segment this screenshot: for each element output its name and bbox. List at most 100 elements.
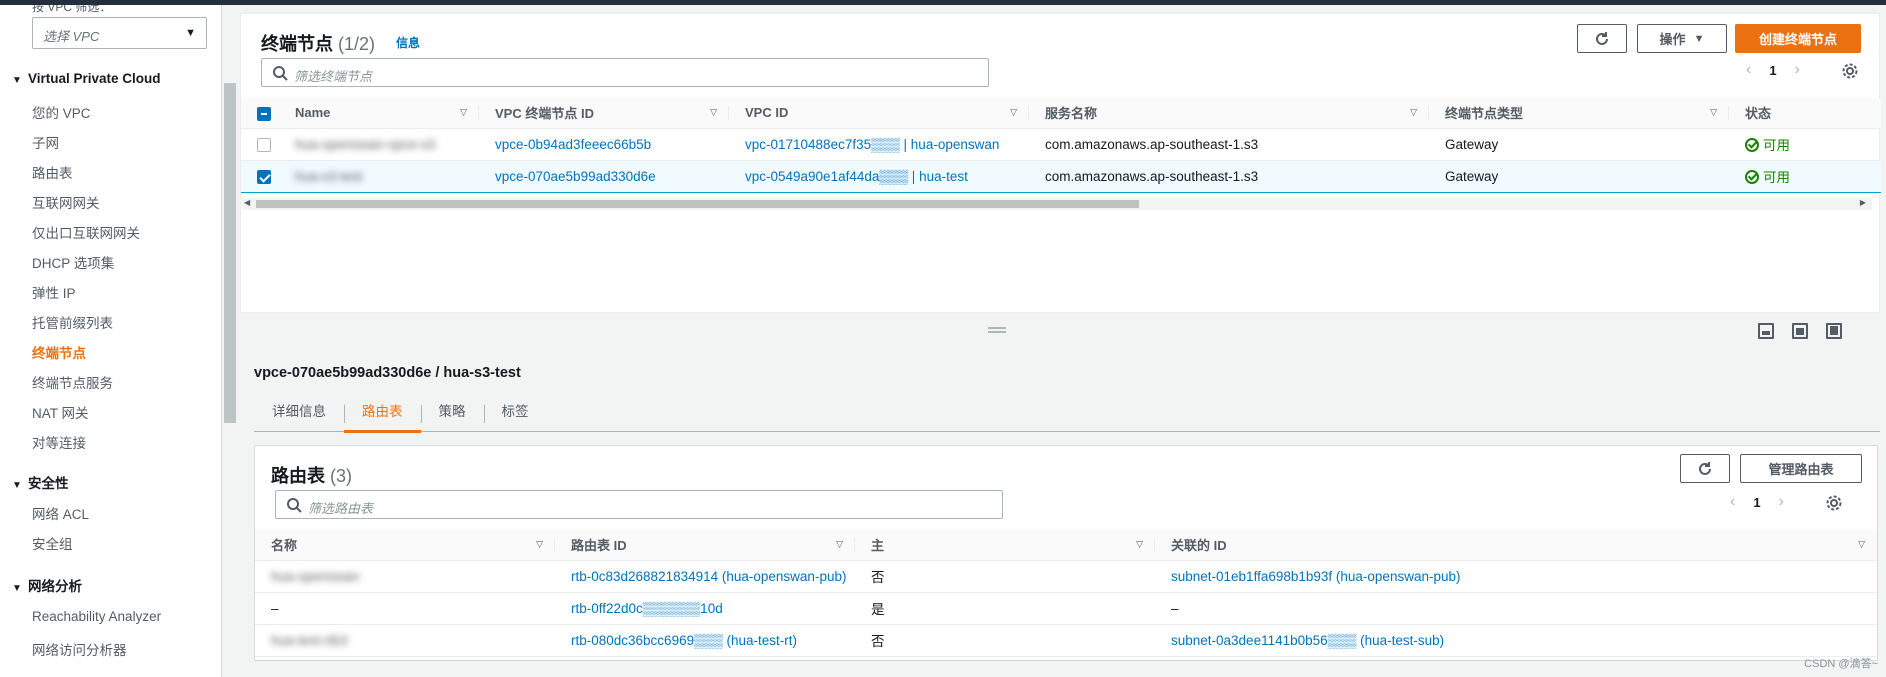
chevron-right-icon[interactable]: › xyxy=(1795,61,1800,79)
main-flag: 是 xyxy=(855,592,1155,625)
caret-down-icon: ▼ xyxy=(185,27,196,39)
endpoint-id-link[interactable]: vpce-0b94ad3feeec66b5b xyxy=(479,128,729,161)
tab-policy[interactable]: 策略 xyxy=(420,398,484,432)
manage-route-tables-button[interactable]: 管理路由表 xyxy=(1740,454,1862,483)
search-icon xyxy=(273,66,288,81)
sidebar-item-endpoints[interactable]: 终端节点 xyxy=(32,342,86,362)
column-header[interactable]: VPC ID ▽ xyxy=(729,98,1029,129)
chevron-left-icon[interactable]: ‹ xyxy=(1730,493,1735,511)
selection-count: (1/2) xyxy=(338,34,376,54)
sidebar-item-elastic-ip[interactable]: 弹性 IP xyxy=(32,282,76,302)
actions-button[interactable]: 操作 ▼ xyxy=(1637,24,1727,53)
route-table-name: – xyxy=(255,592,555,625)
endpoint-type: Gateway xyxy=(1429,159,1729,193)
sidebar-item-security-groups[interactable]: 安全组 xyxy=(32,533,73,553)
refresh-button[interactable] xyxy=(1577,24,1627,53)
sidebar-item-dhcp[interactable]: DHCP 选项集 xyxy=(32,252,114,272)
sort-icon: ▽ xyxy=(1858,539,1865,549)
page-number[interactable]: 1 xyxy=(1753,495,1760,510)
panel-bottom-medium-icon[interactable] xyxy=(1792,323,1808,339)
route-table-id-link[interactable]: rtb-080dc36bcc6969▒▒▒ (hua-test-rt) xyxy=(555,624,855,657)
route-table-name: hua-test-rtb3 xyxy=(255,624,555,657)
sidebar-item-access-analyzer[interactable]: 网络访问分析器 xyxy=(32,639,127,659)
refresh-icon xyxy=(1699,461,1711,475)
sidebar-item-reachability[interactable]: Reachability Analyzer xyxy=(32,609,161,624)
vpc-id-link[interactable]: vpc-0549a90e1af44da▒▒▒ | hua-test xyxy=(729,159,1029,193)
sidebar-scrollbar[interactable] xyxy=(224,83,236,423)
detail-tabs: 详细信息 路由表 策略 标签 xyxy=(254,398,1880,433)
route-table-id-link[interactable]: rtb-0ff22d0c▒▒▒▒▒▒10d xyxy=(555,592,855,625)
status-badge: 可用 xyxy=(1729,159,1881,193)
route-tables-panel: 路由表 (3) 管理路由表 筛选路由表 ‹ 1 › 名称 ▽ 路由表 ID ▽ 主 ▽… xyxy=(254,445,1878,661)
column-header[interactable]: 关联的 ID ▽ xyxy=(1155,530,1877,561)
tab-details[interactable]: 详细信息 xyxy=(254,398,344,432)
section-vpc[interactable]: ▼ Virtual Private Cloud xyxy=(12,71,161,86)
service-name: com.amazonaws.ap-southeast-1.s3 xyxy=(1029,159,1429,193)
row-checkbox[interactable] xyxy=(241,128,279,161)
watermark: CSDN @滴答~ xyxy=(1804,658,1878,670)
sidebar-item-route-tables[interactable]: 路由表 xyxy=(32,162,73,182)
gear-icon[interactable] xyxy=(1841,62,1859,80)
associated-id-link[interactable]: subnet-01eb1ffa698b1b93f (hua-openswan-p… xyxy=(1155,560,1877,593)
caret-down-icon: ▼ xyxy=(12,480,22,491)
horizontal-scrollbar[interactable]: ◀ ▶ xyxy=(242,198,1872,210)
create-endpoint-button[interactable]: 创建终端节点 xyxy=(1735,24,1861,53)
caret-down-icon: ▼ xyxy=(1693,32,1705,45)
column-header[interactable]: 路由表 ID ▽ xyxy=(555,530,855,561)
select-all-checkbox[interactable] xyxy=(241,98,279,129)
split-panel-handle[interactable] xyxy=(988,327,1006,333)
sidebar-item-internet-gateways[interactable]: 互联网网关 xyxy=(32,192,100,212)
section-network-analysis[interactable]: ▼ 网络分析 xyxy=(12,575,82,595)
section-security[interactable]: ▼ 安全性 xyxy=(12,472,69,492)
tab-tags[interactable]: 标签 xyxy=(483,398,547,432)
sidebar-item-subnets[interactable]: 子网 xyxy=(32,132,59,152)
route-tables-search-input[interactable]: 筛选路由表 xyxy=(275,490,1003,519)
chevron-right-icon[interactable]: › xyxy=(1779,493,1784,511)
column-header[interactable]: 状态 xyxy=(1729,98,1881,129)
endpoints-search-input[interactable]: 筛选终端节点 xyxy=(261,58,989,87)
service-name: com.amazonaws.ap-southeast-1.s3 xyxy=(1029,128,1429,161)
sidebar-item-prefix-lists[interactable]: 托管前缀列表 xyxy=(32,312,113,332)
row-checkbox[interactable] xyxy=(241,159,279,193)
associated-id: – xyxy=(1155,592,1877,625)
associated-id-link[interactable]: subnet-0a3dee1141b0b56▒▒▒ (hua-test-sub) xyxy=(1155,624,1877,657)
column-header[interactable]: VPC 终端节点 ID ▽ xyxy=(479,98,729,129)
table-row[interactable]: hua-openswan-vpce-s3 vpce-0b94ad3feeec66… xyxy=(241,128,1881,161)
sidebar-item-nat-gateways[interactable]: NAT 网关 xyxy=(32,402,89,422)
column-header[interactable]: 终端节点类型 ▽ xyxy=(1429,98,1729,129)
vpc-select[interactable]: 选择 VPC ▼ xyxy=(32,17,207,49)
endpoint-name: hua-openswan-vpce-s3 xyxy=(279,128,479,161)
endpoint-type: Gateway xyxy=(1429,128,1729,161)
sort-icon: ▽ xyxy=(1410,107,1417,117)
route-table-id-link[interactable]: rtb-0c83d268821834914 (hua-openswan-pub) xyxy=(555,560,855,593)
sidebar-item-your-vpc[interactable]: 您的 VPC xyxy=(32,102,91,122)
refresh-button[interactable] xyxy=(1680,454,1730,483)
sidebar-item-network-acl[interactable]: 网络 ACL xyxy=(32,503,89,523)
sort-icon: ▽ xyxy=(536,539,543,549)
table-row[interactable]: hua-s3-test vpce-070ae5b99ad330d6e vpc-0… xyxy=(241,159,1881,193)
panel-bottom-large-icon[interactable] xyxy=(1826,323,1842,339)
column-header[interactable]: 主 ▽ xyxy=(855,530,1155,561)
sort-icon: ▽ xyxy=(836,539,843,549)
sidebar-item-egress-gateways[interactable]: 仅出口互联网网关 xyxy=(32,222,140,242)
info-link[interactable]: 信息 xyxy=(396,34,420,51)
vpc-filter-label: 按 VPC 筛选： xyxy=(32,5,112,13)
scrollbar-thumb[interactable] xyxy=(256,200,1139,208)
gear-icon[interactable] xyxy=(1825,494,1843,512)
column-header[interactable]: 服务名称 ▽ xyxy=(1029,98,1429,129)
page-title: 终端节点 (1/2) xyxy=(261,34,376,54)
page-number[interactable]: 1 xyxy=(1769,63,1776,78)
endpoint-id-link[interactable]: vpce-070ae5b99ad330d6e xyxy=(479,159,729,193)
vpc-id-link[interactable]: vpc-01710488ec7f35▒▒▒ | hua-openswan xyxy=(729,128,1029,161)
column-header[interactable]: 名称 ▽ xyxy=(255,530,555,561)
chevron-left-icon[interactable]: ‹ xyxy=(1746,61,1751,79)
sidebar-item-endpoint-services[interactable]: 终端节点服务 xyxy=(32,372,113,392)
route-table-name: hua-openswan xyxy=(255,560,555,593)
vpc-select-placeholder: 选择 VPC xyxy=(43,29,100,44)
tab-route-tables[interactable]: 路由表 xyxy=(344,398,421,433)
column-header[interactable]: Name ▽ xyxy=(279,98,479,129)
main-content: 终端节点 (1/2) 信息 操作 ▼ 创建终端节点 筛选终端节点 ‹ 1 › Na… xyxy=(240,5,1886,677)
sidebar-item-peering[interactable]: 对等连接 xyxy=(32,432,86,452)
panel-bottom-small-icon[interactable] xyxy=(1758,323,1774,339)
detail-title: vpce-070ae5b99ad330d6e / hua-s3-test xyxy=(254,365,521,381)
